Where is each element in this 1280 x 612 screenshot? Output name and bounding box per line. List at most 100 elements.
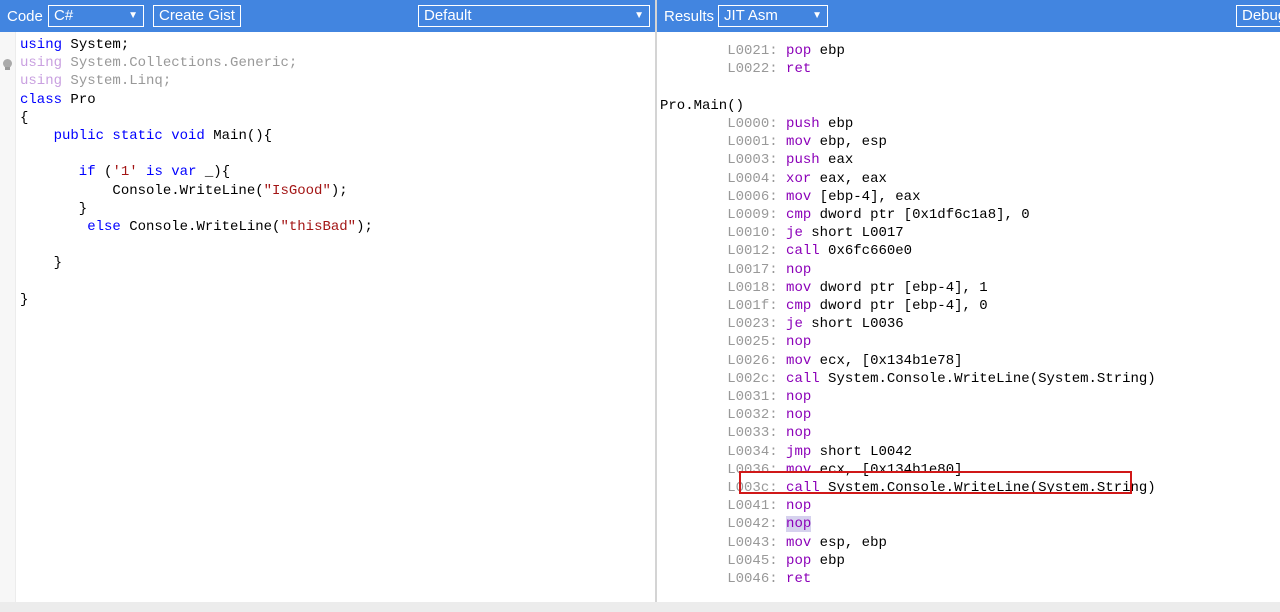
- asm-label: L0000:: [727, 116, 778, 133]
- asm-opcode: nop: [786, 516, 812, 533]
- asm-operands: eax, eax: [811, 170, 887, 187]
- asm-line: L0017: nop: [660, 261, 1156, 279]
- code-editor[interactable]: using System; using System.Collections.Ge…: [0, 32, 655, 602]
- results-output[interactable]: L0021: pop ebp L0022: ret Pro.Main() L00…: [657, 32, 1280, 602]
- asm-operands: esp, ebp: [811, 534, 887, 551]
- asm-line: L0034: jmp short L0042: [660, 443, 1156, 461]
- language-select[interactable]: C# ▼: [48, 5, 144, 27]
- asm-label: L0017:: [727, 261, 778, 278]
- asm-line: L0000: push ebp: [660, 115, 1156, 133]
- asm-label: L0026:: [727, 352, 778, 369]
- asm-opcode: je: [786, 225, 803, 242]
- asm-line: L0004: xor eax, eax: [660, 170, 1156, 188]
- asm-line: L0006: mov [ebp-4], eax: [660, 188, 1156, 206]
- asm-opcode: nop: [786, 498, 812, 515]
- create-gist-button[interactable]: Create Gist: [153, 5, 241, 27]
- asm-operands: eax: [819, 152, 854, 169]
- asm-line: L0012: call 0x6fc660e0: [660, 242, 1156, 260]
- asm-operands: ecx, [0x134b1e78]: [811, 352, 963, 369]
- asm-line: L0003: push eax: [660, 151, 1156, 169]
- asm-opcode: nop: [786, 407, 812, 424]
- asm-line: L0026: mov ecx, [0x134b1e78]: [660, 352, 1156, 370]
- asm-opcode: call: [786, 243, 820, 260]
- asm-operands: [ebp-4], eax: [811, 188, 921, 205]
- asm-label: L0031:: [727, 389, 778, 406]
- status-bar: [0, 602, 1280, 612]
- asm-operands: System.Console.WriteLine(System.String): [819, 370, 1156, 387]
- asm-label: L0004:: [727, 170, 778, 187]
- asm-opcode: push: [786, 116, 820, 133]
- asm-label: L0025:: [727, 334, 778, 351]
- asm-line: L0018: mov dword ptr [ebp-4], 1: [660, 279, 1156, 297]
- editor-gutter: [0, 32, 16, 602]
- asm-label: L0023:: [727, 316, 778, 333]
- code-text[interactable]: using System; using System.Collections.Ge…: [20, 36, 373, 309]
- asm-opcode: je: [786, 316, 803, 333]
- code-line: using System.Linq;: [20, 73, 172, 90]
- output-select[interactable]: JIT Asm ▼: [718, 5, 828, 27]
- code-line: else Console.WriteLine("thisBad");: [20, 219, 373, 236]
- asm-opcode: pop: [786, 552, 812, 569]
- highlight-box: [739, 471, 1132, 494]
- asm-operands: short L0036: [802, 316, 904, 333]
- asm-label: L0009:: [727, 207, 778, 224]
- chevron-down-icon: ▼: [634, 10, 644, 21]
- code-line: Console.WriteLine("IsGood");: [20, 182, 348, 199]
- mode-select[interactable]: Default ▼: [418, 5, 650, 27]
- asm-label: L0012:: [727, 243, 778, 260]
- asm-line: L0023: je short L0036: [660, 315, 1156, 333]
- asm-line: L0009: cmp dword ptr [0x1df6c1a8], 0: [660, 206, 1156, 224]
- asm-operands: dword ptr [ebp-4], 1: [811, 279, 988, 296]
- asm-label: L0010:: [727, 225, 778, 242]
- asm-label: L0034:: [727, 443, 778, 460]
- asm-line: L0032: nop: [660, 406, 1156, 424]
- asm-label: L001f:: [727, 298, 778, 315]
- asm-line: L0046: ret: [660, 570, 1156, 588]
- asm-opcode: mov: [786, 534, 812, 551]
- code-line: }: [20, 200, 88, 217]
- lightbulb-icon[interactable]: [3, 59, 12, 70]
- asm-opcode: xor: [786, 170, 812, 187]
- asm-line: L0041: nop: [660, 497, 1156, 515]
- asm-opcode: ret: [786, 61, 812, 78]
- asm-label: L0022:: [727, 61, 778, 78]
- asm-label: L0021:: [727, 43, 778, 60]
- asm-opcode: ret: [786, 571, 812, 588]
- asm-line: L0045: pop ebp: [660, 552, 1156, 570]
- asm-opcode: pop: [786, 43, 812, 60]
- asm-operands: short L0017: [802, 225, 904, 242]
- asm-opcode: mov: [786, 188, 812, 205]
- asm-line: L0010: je short L0017: [660, 224, 1156, 242]
- asm-label: L0045:: [727, 552, 778, 569]
- asm-text: L0021: pop ebp L0022: ret Pro.Main() L00…: [660, 32, 1156, 588]
- asm-operands: 0x6fc660e0: [819, 243, 913, 260]
- asm-operands: ebp: [811, 43, 845, 60]
- asm-operands: ebp: [819, 116, 854, 133]
- asm-label: L002c:: [727, 370, 778, 387]
- asm-opcode: nop: [786, 261, 812, 278]
- asm-opcode: nop: [786, 334, 812, 351]
- language-value: C#: [54, 7, 74, 24]
- asm-line: L0031: nop: [660, 388, 1156, 406]
- asm-label: L0043:: [727, 534, 778, 551]
- asm-opcode: mov: [786, 279, 812, 296]
- asm-opcode: cmp: [786, 207, 812, 224]
- code-line: using System;: [20, 37, 130, 53]
- asm-opcode: jmp: [786, 443, 812, 460]
- asm-label: L0032:: [727, 407, 778, 424]
- asm-line: L0001: mov ebp, esp: [660, 133, 1156, 151]
- asm-label: L0003:: [727, 152, 778, 169]
- asm-label: L0006:: [727, 188, 778, 205]
- asm-operands: ebp, esp: [811, 134, 887, 151]
- debug-button[interactable]: Debug: [1236, 5, 1280, 27]
- asm-opcode: mov: [786, 134, 812, 151]
- asm-line: L001f: cmp dword ptr [ebp-4], 0: [660, 297, 1156, 315]
- asm-opcode: mov: [786, 352, 812, 369]
- code-line: public static void Main(){: [20, 128, 273, 145]
- asm-operands: dword ptr [0x1df6c1a8], 0: [811, 207, 1030, 224]
- results-label: Results: [664, 7, 715, 25]
- code-line: if ('1' is var _){: [20, 164, 231, 181]
- chevron-down-icon: ▼: [128, 10, 138, 21]
- code-line: }: [20, 255, 63, 272]
